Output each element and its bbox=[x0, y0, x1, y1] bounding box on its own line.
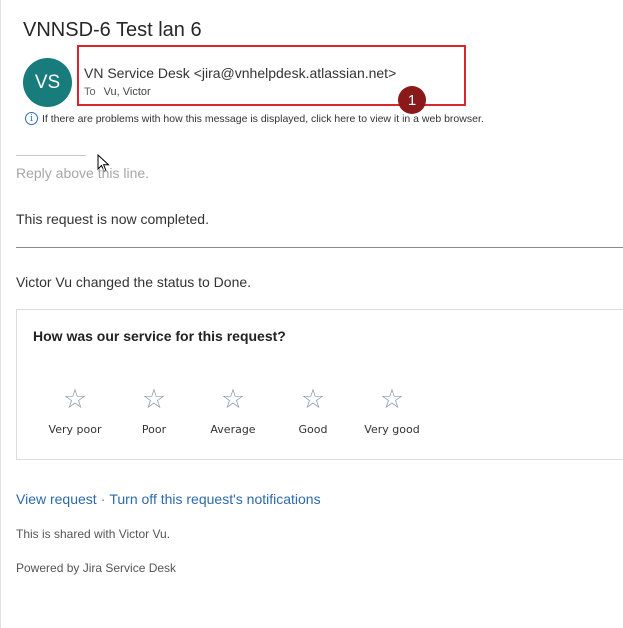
reply-divider bbox=[16, 155, 86, 156]
rating-average[interactable]: ☆ Average bbox=[193, 384, 273, 436]
link-separator: · bbox=[100, 491, 106, 507]
sender-name[interactable]: VN Service Desk <jira@vnhelpdesk.atlassi… bbox=[84, 65, 396, 81]
star-icon: ☆ bbox=[220, 384, 246, 414]
rating-poor[interactable]: ☆ Poor bbox=[114, 384, 194, 436]
feedback-survey: How was our service for this request? ☆ … bbox=[16, 309, 623, 460]
powered-by-text: Powered by Jira Service Desk bbox=[16, 561, 177, 575]
to-label: To bbox=[84, 86, 96, 98]
info-bar[interactable]: i If there are problems with how this me… bbox=[25, 112, 484, 125]
star-icon: ☆ bbox=[300, 384, 326, 414]
left-border bbox=[0, 0, 1, 628]
sender-avatar: VS bbox=[23, 58, 72, 107]
annotation-badge: 1 bbox=[398, 86, 426, 114]
shared-with-text: This is shared with Victor Vu. bbox=[16, 527, 171, 541]
rating-label: Good bbox=[298, 423, 328, 436]
completed-message: This request is now completed. bbox=[16, 211, 209, 227]
rating-very-good[interactable]: ☆ Very good bbox=[352, 384, 432, 436]
star-icon: ☆ bbox=[379, 384, 405, 414]
info-icon: i bbox=[25, 112, 38, 125]
turn-off-notifications-link[interactable]: Turn off this request's notifications bbox=[109, 491, 320, 507]
rating-label: Average bbox=[210, 423, 256, 436]
recipient-name[interactable]: Vu, Victor bbox=[104, 86, 151, 98]
section-divider bbox=[16, 247, 623, 248]
rating-very-poor[interactable]: ☆ Very poor bbox=[35, 384, 115, 436]
rating-label: Poor bbox=[141, 423, 167, 436]
info-text[interactable]: If there are problems with how this mess… bbox=[42, 113, 484, 125]
rating-good[interactable]: ☆ Good bbox=[273, 384, 353, 436]
status-message: Victor Vu changed the status to Done. bbox=[16, 274, 252, 290]
rating-label: Very good bbox=[364, 423, 420, 436]
star-icon: ☆ bbox=[141, 384, 167, 414]
survey-question: How was our service for this request? bbox=[33, 328, 286, 344]
email-subject: VNNSD-6 Test lan 6 bbox=[23, 19, 202, 41]
reply-hint: Reply above this line. bbox=[16, 165, 150, 181]
star-icon: ☆ bbox=[62, 384, 88, 414]
view-request-link[interactable]: View request bbox=[16, 491, 97, 507]
footer-links: View request · Turn off this request's not… bbox=[16, 491, 321, 507]
rating-label: Very poor bbox=[48, 423, 102, 436]
recipient-line: To Vu, Victor bbox=[84, 86, 151, 98]
